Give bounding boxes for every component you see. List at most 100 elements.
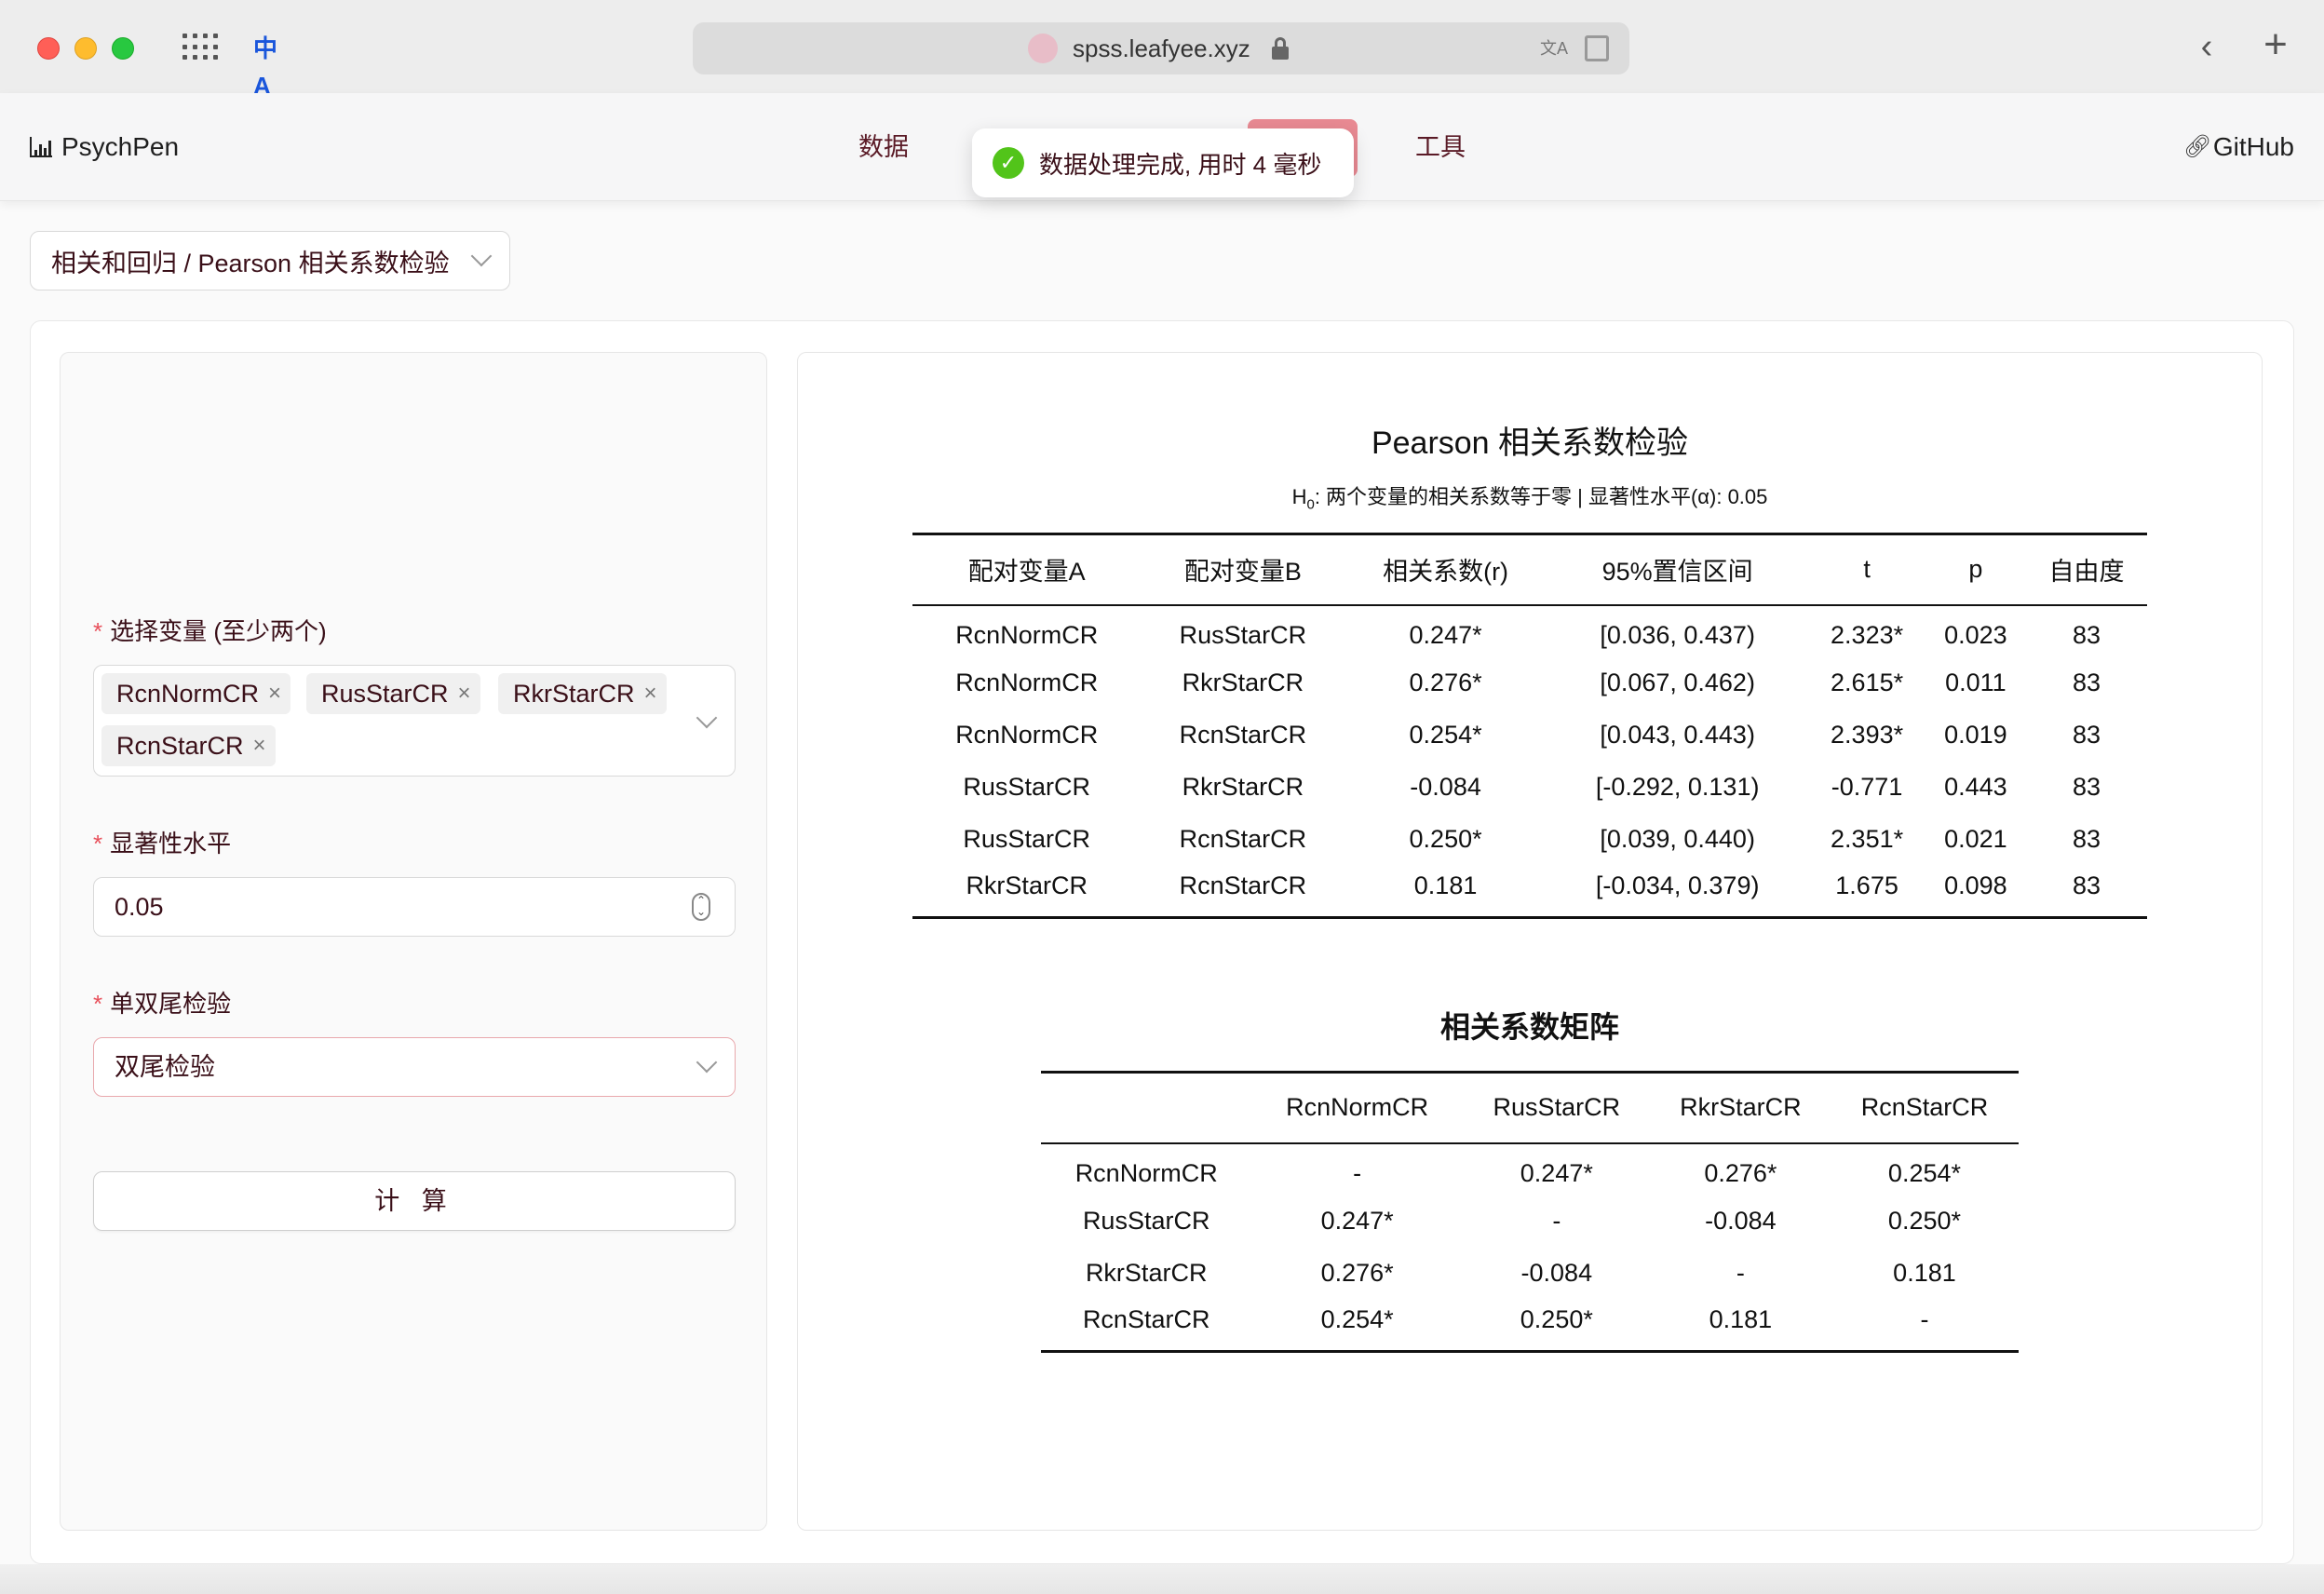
tail-select[interactable]: 双尾检验 xyxy=(93,1037,736,1097)
minimize-window-button[interactable] xyxy=(74,37,97,60)
number-stepper-icon[interactable]: ⌃ ⌄ xyxy=(692,893,710,921)
chevron-down-icon xyxy=(470,245,493,267)
table-cell: RusStarCR xyxy=(963,773,1090,801)
table-cell: 0.276* xyxy=(1320,1259,1394,1287)
column-header: 配对变量A xyxy=(967,558,1086,587)
table-cell: 2.393* xyxy=(1831,721,1904,749)
table-cell: 2.351* xyxy=(1831,825,1904,853)
table-cell: 0.250* xyxy=(1887,1207,1961,1235)
variable-tag[interactable]: RkrStarCR × xyxy=(498,673,667,714)
table-cell: 83 xyxy=(2073,669,2101,696)
table-row: RusStarCR RkrStarCR -0.084 [-0.292, 0.131) -… xyxy=(912,762,2147,814)
table-cell: 0.181 xyxy=(1709,1305,1773,1334)
toast-message: 数据处理完成, 用时 4 毫秒 xyxy=(1039,150,1322,179)
variable-tag[interactable]: RcnNormCR × xyxy=(101,673,291,714)
nav-item-data[interactable]: 数据 xyxy=(858,128,909,166)
table-cell: RkrStarCR xyxy=(966,871,1088,900)
column-header: 相关系数(r) xyxy=(1383,558,1509,587)
brand-name: PsychPen xyxy=(61,132,180,161)
github-link[interactable]: 🔗︎ GitHub xyxy=(2183,128,2294,166)
nav-item-tools[interactable]: 工具 xyxy=(1415,128,1466,166)
close-window-button[interactable] xyxy=(37,37,60,60)
chevron-down-icon[interactable] xyxy=(696,707,718,729)
table-cell: [0.039, 0.440) xyxy=(1600,825,1755,853)
remove-tag-icon[interactable]: × xyxy=(458,673,471,714)
table-row: RcnNormCR RkrStarCR 0.276* [0.067, 0.462) 2.… xyxy=(912,657,2147,709)
table-cell: - xyxy=(1353,1158,1362,1187)
table-cell: RcnStarCR xyxy=(1082,1305,1210,1334)
table-cell: - xyxy=(1736,1259,1745,1287)
link-icon: 🔗︎ xyxy=(2182,134,2212,159)
variable-tag[interactable]: RusStarCR × xyxy=(306,673,480,714)
table-cell: 0.250* xyxy=(1409,825,1482,853)
github-label: GitHub xyxy=(2212,132,2294,161)
table-cell: -0.084 xyxy=(1705,1207,1777,1235)
correlation-matrix-table: RcnNormCR RusStarCR RkrStarCR RcnStarCR Rcn… xyxy=(1041,1071,2019,1353)
page-translate-icon[interactable]: 文A xyxy=(1536,35,1572,61)
tab-overview-icon[interactable] xyxy=(182,34,218,61)
zoom-window-button[interactable] xyxy=(112,37,134,60)
table-cell: 2.615* xyxy=(1831,669,1904,696)
table-cell: [0.036, 0.437) xyxy=(1600,620,1755,649)
table-cell: 0.021 xyxy=(1944,825,2007,853)
table-cell: RcnNormCR xyxy=(955,620,1099,649)
table-cell: 0.254* xyxy=(1409,721,1482,749)
results-panel xyxy=(797,352,2263,1531)
method-selector[interactable]: 相关和回归 / Pearson 相关系数检验 xyxy=(30,231,510,290)
column-header: 配对变量B xyxy=(1183,558,1302,587)
column-header: p xyxy=(1968,555,1983,584)
table-cell: 1.675 xyxy=(1835,871,1898,900)
window-bottom-edge xyxy=(0,1564,2324,1594)
lock-icon xyxy=(1272,37,1289,60)
table-cell: RkrStarCR xyxy=(1182,669,1304,696)
back-chevron-icon[interactable]: ‹ xyxy=(2188,28,2225,65)
brand[interactable]: PsychPen xyxy=(30,128,179,166)
table-cell: 0.023 xyxy=(1944,620,2007,649)
table-cell: 0.276* xyxy=(1704,1158,1777,1187)
table-cell: [-0.034, 0.379) xyxy=(1595,871,1760,900)
calculate-button[interactable]: 计 算 xyxy=(93,1171,736,1231)
new-tab-plus-icon[interactable]: + xyxy=(2257,24,2294,65)
table-cell: -0.771 xyxy=(1831,773,1903,801)
table-cell: RcnStarCR xyxy=(1179,825,1307,853)
table-cell: [-0.292, 0.131) xyxy=(1595,773,1760,801)
table-cell: 0.098 xyxy=(1944,871,2007,900)
table-cell: 0.276* xyxy=(1409,669,1482,696)
table-cell: RkrStarCR xyxy=(1085,1259,1208,1287)
check-circle-icon: ✓ xyxy=(993,147,1024,179)
table-cell: RusStarCR xyxy=(963,825,1090,853)
table-cell: 2.323* xyxy=(1831,620,1904,649)
table-cell: 0.247* xyxy=(1320,1207,1394,1235)
table-cell: 83 xyxy=(2073,721,2101,749)
table-cell: 0.181 xyxy=(1893,1259,1956,1287)
table-row: RkrStarCR RcnStarCR 0.181 [-0.034, 0.379) 1.… xyxy=(912,866,2147,918)
table-cell: - xyxy=(1920,1305,1929,1334)
variables-multiselect[interactable]: RcnNormCR × RusStarCR × RkrStarCR × RcnStar… xyxy=(93,665,736,777)
table-cell: 0.443 xyxy=(1944,773,2007,801)
column-header: RcnNormCR xyxy=(1286,1093,1429,1122)
table-cell: -0.084 xyxy=(1410,773,1481,801)
table-cell: RusStarCR xyxy=(1179,620,1307,649)
remove-tag-icon[interactable]: × xyxy=(253,725,266,766)
tail-label: * 单双尾检验 xyxy=(93,990,232,1018)
remove-tag-icon[interactable]: × xyxy=(644,673,657,714)
table-row: RcnStarCR 0.254* 0.250* 0.181 - xyxy=(1041,1300,2019,1352)
table-cell: [0.067, 0.462) xyxy=(1600,669,1755,696)
translate-extension-icon[interactable]: 中A xyxy=(253,30,290,100)
column-header: t xyxy=(1863,555,1871,584)
address-bar[interactable]: spss.leafyee.xyz 文A xyxy=(693,22,1629,74)
table-cell: 0.247* xyxy=(1409,620,1482,649)
table-cell: RcnNormCR xyxy=(955,669,1099,696)
alpha-input[interactable]: 0.05 ⌃ ⌄ xyxy=(93,877,736,937)
table-cell: 0.254* xyxy=(1320,1305,1394,1334)
table-cell: RkrStarCR xyxy=(1182,773,1304,801)
table-cell: RcnNormCR xyxy=(955,721,1099,749)
variable-tag[interactable]: RcnStarCR × xyxy=(101,725,276,766)
table-row: RcnNormCR RcnStarCR 0.254* [0.043, 0.443) 2.… xyxy=(912,709,2147,762)
table-cell: 83 xyxy=(2073,620,2101,649)
reader-mode-icon[interactable] xyxy=(1585,35,1609,61)
remove-tag-icon[interactable]: × xyxy=(268,673,281,714)
column-header xyxy=(1041,1073,1251,1143)
matrix-title: 相关系数矩阵 xyxy=(1439,1010,1619,1044)
table-row: RcnNormCR RusStarCR 0.247* [0.036, 0.437) 2.… xyxy=(912,605,2147,657)
